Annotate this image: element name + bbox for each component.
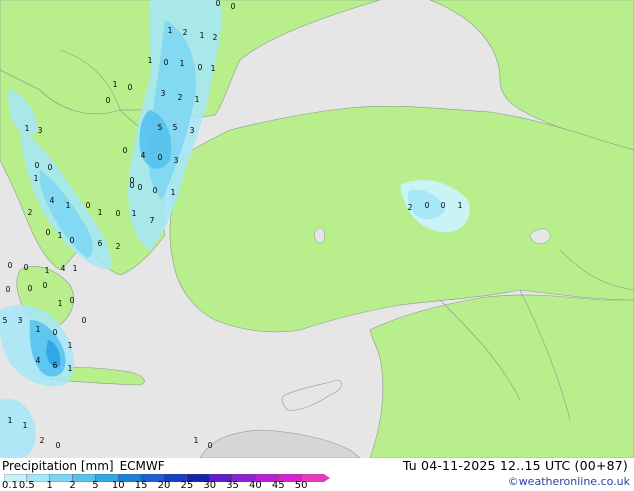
precip-value-label: 1 xyxy=(58,231,63,240)
precip-value-label: 2 xyxy=(183,28,188,37)
precip-value-label: 0 xyxy=(138,183,143,192)
precip-value-label: 1 xyxy=(194,436,199,445)
precip-value-label: 4 xyxy=(61,264,66,273)
precip-value-label: 2 xyxy=(116,242,121,251)
precip-value-label: 5 xyxy=(158,123,163,132)
precip-value-label: 2 xyxy=(408,203,413,212)
precip-value-label: 6 xyxy=(53,361,58,370)
precip-value-label: 1 xyxy=(8,416,13,425)
precip-value-label: 0 xyxy=(35,161,40,170)
precip-value-label: 2 xyxy=(213,33,218,42)
precip-value-label: 0 xyxy=(46,228,51,237)
precip-value-label: 3 xyxy=(18,316,23,325)
precip-value-label: 0 xyxy=(70,296,75,305)
precip-value-label: 0 xyxy=(130,181,135,190)
precip-value-label: 1 xyxy=(45,266,50,275)
precip-value-label: 3 xyxy=(38,126,43,135)
precip-value-label: 4 xyxy=(141,151,146,160)
precip-value-label: 1 xyxy=(180,59,185,68)
precip-value-label: 1 xyxy=(98,208,103,217)
precip-value-label: 1 xyxy=(168,26,173,35)
precip-value-label: 1 xyxy=(148,56,153,65)
precip-value-label: 0 xyxy=(153,186,158,195)
precipitation-map: 0012121010110032155304033100141010120107… xyxy=(0,0,634,458)
precip-value-label: 1 xyxy=(113,80,118,89)
precip-value-label: 1 xyxy=(23,421,28,430)
precip-value-label: 1 xyxy=(132,209,137,218)
middle-east-land xyxy=(369,294,634,458)
precip-value-label: 1 xyxy=(73,264,78,273)
precip-value-label: 2 xyxy=(178,93,183,102)
precip-value-label: 6 xyxy=(98,239,103,248)
precip-value-label: 0 xyxy=(231,2,236,11)
precip-value-label: 0 xyxy=(8,261,13,270)
precip-value-label: 0 xyxy=(86,201,91,210)
precip-value-label: 0 xyxy=(128,83,133,92)
precip-value-label: 1 xyxy=(68,364,73,373)
precip-value-label: 1 xyxy=(68,341,73,350)
precip-value-label: 0 xyxy=(106,96,111,105)
precip-value-label: 0 xyxy=(123,146,128,155)
precip-value-label: 0 xyxy=(43,281,48,290)
precip-value-label: 0 xyxy=(53,328,58,337)
precip-value-label: 3 xyxy=(174,156,179,165)
precip-value-label: 0 xyxy=(116,209,121,218)
precip-value-label: 1 xyxy=(25,124,30,133)
precip-value-label: 1 xyxy=(58,299,63,308)
precip-value-label: 0 xyxy=(164,58,169,67)
precip-value-label: 1 xyxy=(171,188,176,197)
precip-value-label: 0 xyxy=(158,153,163,162)
precip-value-label: 4 xyxy=(50,196,55,205)
precip-value-label: 7 xyxy=(150,216,155,225)
precip-value-label: 0 xyxy=(82,316,87,325)
precip-value-label: 0 xyxy=(216,0,221,8)
product-label: Precipitation [mm] xyxy=(2,459,114,473)
precip-value-label: 0 xyxy=(441,201,446,210)
model-label: ECMWF xyxy=(119,459,165,473)
precip-value-label: 2 xyxy=(40,436,45,445)
precip-value-label: 0 xyxy=(6,285,11,294)
precip-value-label: 3 xyxy=(161,89,166,98)
precip-value-label: 5 xyxy=(173,123,178,132)
lake-tuz xyxy=(314,227,325,243)
precip-value-label: 1 xyxy=(34,174,39,183)
precip-value-label: 0 xyxy=(208,441,213,450)
valid-time-label: Tu 04-11-2025 12..15 UTC (00+87) xyxy=(402,458,628,473)
precip-value-label: 1 xyxy=(195,95,200,104)
map-title: Precipitation [mm] ECMWF xyxy=(2,459,171,473)
precip-value-label: 0 xyxy=(198,63,203,72)
precip-value-label: 4 xyxy=(36,356,41,365)
precip-value-label: 0 xyxy=(24,263,29,272)
precip-value-label: 2 xyxy=(28,208,33,217)
precip-value-label: 1 xyxy=(211,64,216,73)
precip-value-label: 0 xyxy=(70,236,75,245)
precip-value-label: 1 xyxy=(66,201,71,210)
precip-value-label: 0 xyxy=(28,284,33,293)
precip-value-label: 3 xyxy=(190,126,195,135)
precip-value-label: 1 xyxy=(458,201,463,210)
precip-value-label: 0 xyxy=(425,201,430,210)
precip-value-label: 1 xyxy=(36,325,41,334)
precip-value-label: 5 xyxy=(3,316,8,325)
credit-link[interactable]: ©weatheronline.co.uk xyxy=(508,475,630,489)
precip-value-label: 0 xyxy=(56,441,61,450)
precip-value-label: 1 xyxy=(200,31,205,40)
precip-value-label: 0 xyxy=(48,163,53,172)
map-footer: Precipitation [mm] ECMWF Tu 04-11-2025 12… xyxy=(0,458,634,491)
